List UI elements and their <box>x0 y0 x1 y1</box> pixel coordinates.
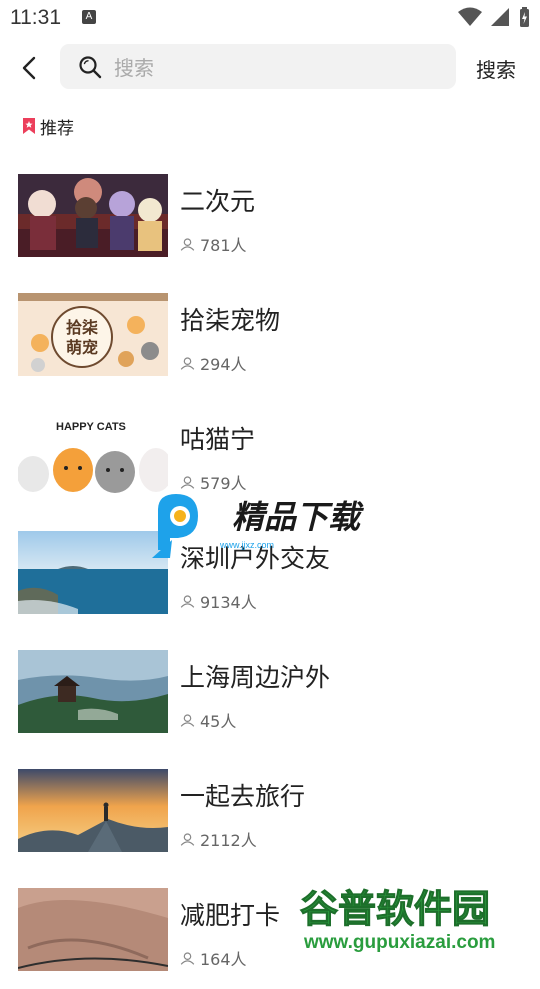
svg-text:萌宠: 萌宠 <box>66 338 98 357</box>
member-count: 2112人 <box>180 827 257 851</box>
group-title: 深圳户外交友 <box>180 544 331 573</box>
people-icon <box>180 951 195 965</box>
member-count: 45人 <box>180 708 236 732</box>
cell-signal-icon <box>491 8 509 26</box>
group-thumbnail <box>18 650 168 733</box>
group-title: 二次元 <box>180 187 256 216</box>
group-title: 拾柒宠物 <box>180 306 281 335</box>
chevron-left-icon <box>22 56 36 80</box>
member-count-text: 164人 <box>200 950 247 969</box>
group-thumbnail: 拾柒 萌宠 <box>18 293 168 376</box>
people-icon <box>180 832 195 846</box>
people-icon <box>180 475 195 489</box>
search-header: 搜索 <box>0 44 540 91</box>
battery-icon <box>520 7 529 27</box>
recommend-section-header: 推荐 <box>22 114 74 139</box>
bookmark-icon <box>23 118 35 134</box>
member-count: 9134人 <box>180 589 257 613</box>
group-thumbnail <box>18 174 168 257</box>
group-title: 一起去旅行 <box>180 782 306 811</box>
member-count-text: 9134人 <box>200 593 257 612</box>
people-icon <box>180 237 195 251</box>
member-count-text: 579人 <box>200 474 247 493</box>
section-label: 推荐 <box>40 118 74 139</box>
people-icon <box>180 356 195 370</box>
member-count: 164人 <box>180 946 247 970</box>
list-item[interactable]: 减肥打卡 164人 <box>0 870 540 989</box>
search-icon <box>79 56 102 79</box>
member-count-text: 45人 <box>200 712 237 731</box>
wifi-icon <box>458 7 482 26</box>
member-count-text: 781人 <box>200 236 247 255</box>
list-item[interactable]: 深圳户外交友 9134人 <box>0 513 540 632</box>
group-title: 咕猫宁 <box>180 425 256 454</box>
group-thumbnail: HAPPY CATS <box>18 412 168 495</box>
member-count-text: 2112人 <box>200 831 257 850</box>
group-thumbnail <box>18 769 168 852</box>
member-count: 294人 <box>180 351 247 375</box>
list-item[interactable]: HAPPY CATS 咕猫宁 579人 <box>0 394 540 513</box>
list-item[interactable]: 二次元 781人 <box>0 156 540 275</box>
status-icons <box>458 6 530 28</box>
back-button[interactable] <box>14 52 46 84</box>
notification-icon: A <box>82 10 96 24</box>
search-input[interactable] <box>112 44 446 91</box>
status-bar: 11:31 A <box>0 0 540 36</box>
people-icon <box>180 713 195 727</box>
group-thumbnail <box>18 888 168 971</box>
thumb-caption: HAPPY CATS <box>56 421 126 433</box>
search-box[interactable] <box>60 44 456 91</box>
member-count-text: 294人 <box>200 355 247 374</box>
svg-text:拾柒: 拾柒 <box>66 318 99 337</box>
list-item[interactable]: 上海周边沪外 45人 <box>0 632 540 751</box>
people-icon <box>180 594 195 608</box>
group-title: 上海周边沪外 <box>180 663 331 692</box>
status-time: 11:31 <box>10 6 61 29</box>
member-count: 579人 <box>180 470 247 494</box>
group-thumbnail <box>18 531 168 614</box>
list-item[interactable]: 拾柒 萌宠 拾柒宠物 294人 <box>0 275 540 394</box>
group-list: 二次元 781人 拾柒 萌宠 拾柒宠物 294人 HAPPY CATS 咕猫宁 … <box>0 156 540 989</box>
member-count: 781人 <box>180 232 247 256</box>
search-button[interactable]: 搜索 <box>476 54 516 83</box>
list-item[interactable]: 一起去旅行 2112人 <box>0 751 540 870</box>
group-title: 减肥打卡 <box>180 901 281 930</box>
